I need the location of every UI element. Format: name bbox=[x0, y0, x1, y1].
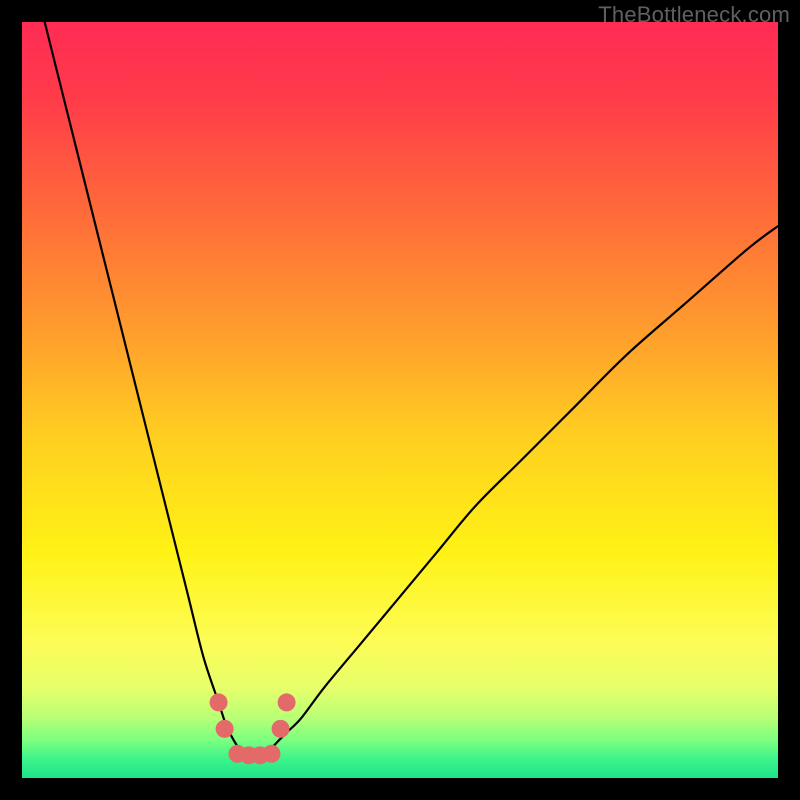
bottleneck-curve bbox=[45, 22, 778, 756]
marker-dot bbox=[216, 720, 234, 738]
marker-dot bbox=[278, 693, 296, 711]
chart-plot bbox=[22, 22, 778, 778]
marker-dot bbox=[262, 745, 280, 763]
watermark-text: TheBottleneck.com bbox=[598, 2, 790, 28]
optimal-zone-markers bbox=[210, 693, 296, 764]
marker-dot bbox=[210, 693, 228, 711]
marker-dot bbox=[272, 720, 290, 738]
chart-frame bbox=[22, 22, 778, 778]
